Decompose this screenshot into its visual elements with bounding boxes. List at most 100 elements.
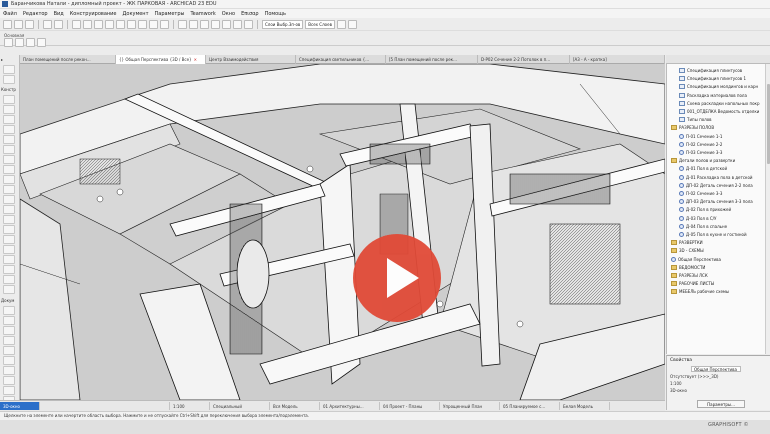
zoom-button[interactable] (116, 19, 125, 29)
navigator-item[interactable]: Типы полов (679, 116, 712, 123)
pan-button[interactable] (138, 19, 147, 29)
play-button[interactable] (353, 234, 441, 322)
menu-options[interactable]: Параметры (155, 11, 185, 17)
navigator-item[interactable]: ВЕДОМОСТИ (671, 264, 705, 271)
object-tool[interactable] (3, 215, 15, 224)
guide-button[interactable] (83, 19, 92, 29)
polyline-tool[interactable] (3, 376, 15, 385)
teamwork-button[interactable] (244, 19, 253, 29)
skylight-tool[interactable] (3, 255, 15, 264)
model-view-options-cell[interactable]: 04 Проект - Планы (380, 402, 440, 410)
3d-window-cell[interactable]: 3D-окно (0, 402, 40, 410)
scale-cell[interactable]: 1:100 (170, 402, 210, 410)
navigator-item[interactable]: Детали полов и развертки (671, 157, 735, 164)
navigator-item[interactable]: Общая Перспектива (671, 256, 721, 263)
navigator-item[interactable]: Схема раскладки напольных покр (679, 100, 760, 107)
navigator-item[interactable]: 3D - СХЕМЫ (671, 247, 704, 254)
menu-edit[interactable]: Редактор (23, 11, 48, 17)
navigator-item[interactable]: РАБОЧИЕ ЛИСТЫ (671, 280, 714, 287)
detail-button[interactable] (211, 19, 220, 29)
menu-addons[interactable]: Επισαρ (241, 11, 259, 17)
arrow-tool[interactable] (3, 65, 15, 74)
opening-tool[interactable] (3, 265, 15, 274)
navigator-item[interactable]: РАЗРЕЗЫ ЛСК (671, 272, 708, 279)
navigator-item[interactable]: Д-03 Пол в С/У (679, 215, 716, 222)
tab-room-plan[interactable]: [5 План помещений после рек... (386, 55, 478, 64)
selection-mode-button[interactable] (4, 38, 13, 47)
elevation-button[interactable] (200, 19, 209, 29)
navigator-item[interactable]: Спецификация плинтусов 1 (679, 75, 746, 82)
corner-window-tool[interactable] (3, 275, 15, 284)
save-button[interactable] (25, 19, 34, 29)
navigator-item[interactable]: Д-01 Раскладка пола в детской (679, 174, 753, 181)
curtain-wall-tool[interactable] (3, 195, 15, 204)
column-tool[interactable] (3, 125, 15, 134)
wall-end-tool[interactable] (3, 285, 15, 294)
tab-layout-a3[interactable]: [А3 - А - кратка] (570, 55, 665, 64)
menu-file[interactable]: Файл (3, 11, 17, 17)
shell-tool[interactable] (3, 165, 15, 174)
tab-floor-plan[interactable]: План помещений после рекон... (20, 55, 116, 64)
menu-window[interactable]: Окно (222, 11, 235, 17)
navigator-item[interactable]: Д-02 Пол в прихожей (679, 206, 731, 213)
worksheet-button[interactable] (222, 19, 231, 29)
pen-set-cell[interactable]: 01 Архитектурны... (320, 402, 380, 410)
window-tool[interactable] (3, 115, 15, 124)
geometry-button[interactable] (26, 38, 35, 47)
snap-button[interactable] (72, 19, 81, 29)
tab-collaboration[interactable]: Центр Взаимодействия (206, 55, 296, 64)
3d-style-cell[interactable]: Белая Модель (560, 402, 610, 410)
lamp-tool[interactable] (3, 245, 15, 254)
undo-button[interactable] (43, 19, 52, 29)
menu-design[interactable]: Конструирование (70, 11, 117, 17)
navigator-item[interactable]: РАЗРЕЗЫ ПОЛОВ (671, 124, 714, 131)
render-button[interactable] (178, 19, 187, 29)
menu-document[interactable]: Документ (123, 11, 149, 17)
layer-combo[interactable]: Слои Выбр.3п-ов (262, 19, 304, 29)
fill-tool[interactable] (3, 346, 15, 355)
navigator-item[interactable]: Спецификация молдингов и карн (679, 83, 758, 90)
navigator-item[interactable]: П-02 Сечение 3-3 (679, 190, 722, 197)
settings-button[interactable]: Параметры... (697, 400, 745, 408)
line-tool[interactable] (3, 356, 15, 365)
menu-teamwork[interactable]: Teamwork (190, 11, 215, 17)
model-view-cell[interactable]: Вся Модель (270, 402, 320, 410)
new-file-button[interactable] (3, 19, 12, 29)
favorites-button[interactable] (15, 38, 24, 47)
navigator-item[interactable]: РАЗВЕРТКИ (671, 239, 703, 246)
navigator-item[interactable]: Д-04 Пол в спальне (679, 223, 727, 230)
3d-viewport[interactable] (20, 64, 665, 400)
navigator-item[interactable]: 001_ОТДЕЛКА Ведомость отделки (679, 108, 759, 115)
navigator-item[interactable]: Д-01 Пол в детской (679, 165, 727, 172)
navigator-item[interactable]: Спецификация плинтусов (679, 67, 742, 74)
tab-3d-perspective[interactable]: {} Общая Перспектива {3D / Все} ✕ (116, 55, 206, 64)
navigator-item[interactable]: П-03 Сечение 3-3 (679, 149, 722, 156)
navigator-item[interactable]: Д-05 Пол в кухне и гостиной (679, 231, 747, 238)
dimension-tool[interactable] (3, 306, 15, 315)
tab-section-2-2[interactable]: D-P02 Сечение 2-2 Потолок в п... (478, 55, 570, 64)
open-file-button[interactable] (14, 19, 23, 29)
arc-tool[interactable] (3, 366, 15, 375)
navigator-item[interactable]: Раскладка материалов пола (679, 92, 747, 99)
publish-button[interactable] (233, 19, 242, 29)
stair-tool[interactable] (3, 175, 15, 184)
renovation-button[interactable] (347, 19, 357, 29)
navigator-item[interactable]: МЕБЕЛЬ рабочие схемы (671, 288, 729, 295)
level-dimension-tool[interactable] (3, 316, 15, 325)
orbit-button[interactable] (127, 19, 136, 29)
menu-view[interactable]: Вид (54, 11, 64, 17)
zone-tool[interactable] (3, 225, 15, 234)
label-tool[interactable] (3, 336, 15, 345)
navigator-scrollbar[interactable] (765, 64, 770, 354)
section-button[interactable] (189, 19, 198, 29)
navigator-item[interactable]: П-02 Сечение 2-2 (679, 141, 722, 148)
3d-view-button[interactable] (160, 19, 169, 29)
navigator-item[interactable]: П-01 Сечение 1-1 (679, 133, 722, 140)
renovation-cell[interactable]: 05 Планируемое с... (500, 402, 560, 410)
beam-tool[interactable] (3, 135, 15, 144)
railing-tool[interactable] (3, 185, 15, 194)
roof-tool[interactable] (3, 155, 15, 164)
layer-combo-cell[interactable]: Специальный (210, 402, 270, 410)
close-icon[interactable]: ✕ (194, 57, 197, 62)
tab-lighting-schedule[interactable]: Спецификация светильников {... (296, 55, 386, 64)
